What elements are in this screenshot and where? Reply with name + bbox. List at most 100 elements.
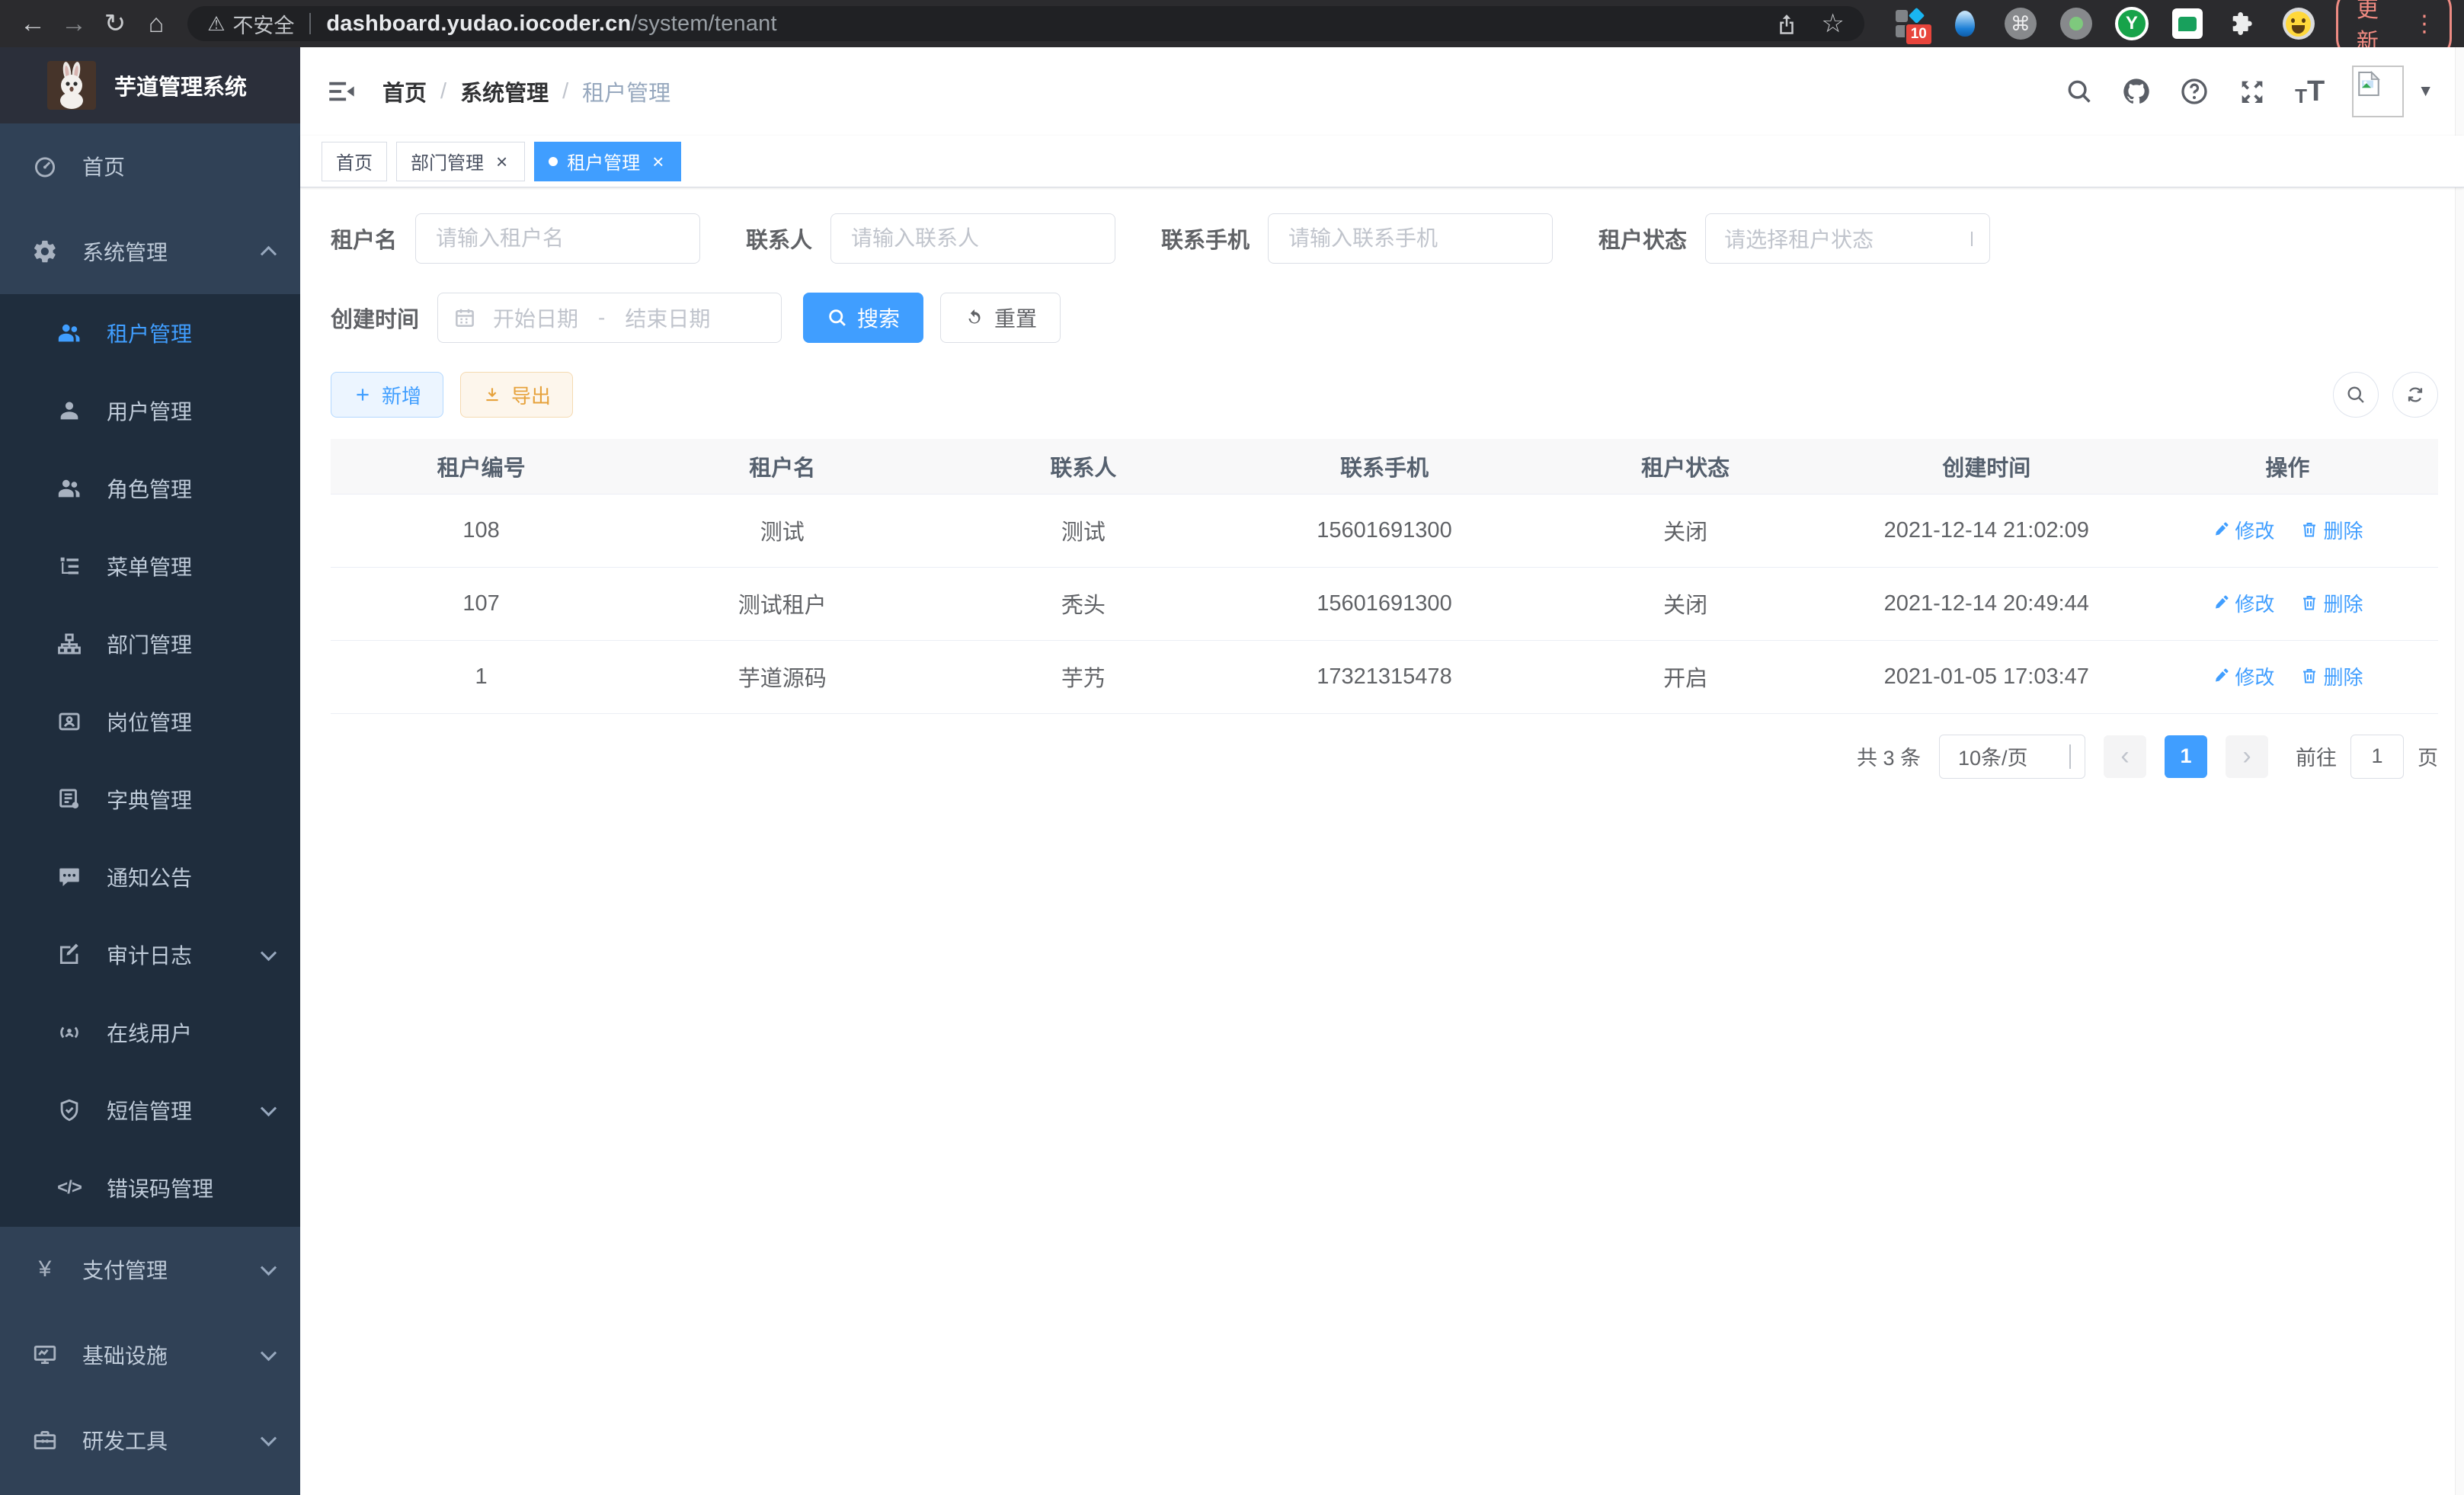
- trash-icon: [2300, 594, 2318, 612]
- sidebar-logo[interactable]: 芋道管理系统: [0, 47, 300, 123]
- breadcrumb-system[interactable]: 系统管理: [460, 75, 549, 107]
- sidebar-item-error-code[interactable]: </> 错误码管理: [0, 1149, 300, 1227]
- edit-link[interactable]: 修改: [2212, 589, 2274, 617]
- page-size-select[interactable]: 10条/页: [1939, 735, 2085, 779]
- star-icon: ☆: [1821, 8, 1844, 39]
- github-link-button[interactable]: [2121, 76, 2152, 107]
- breadcrumb: 首页 / 系统管理 / 租户管理: [382, 75, 670, 107]
- end-date-placeholder: 结束日期: [625, 303, 710, 333]
- tenant-status-select[interactable]: 请选择租户状态: [1705, 213, 1990, 264]
- gear-icon: [30, 237, 59, 266]
- share-button[interactable]: [1775, 12, 1798, 35]
- extensions-menu-button[interactable]: [2226, 6, 2261, 41]
- browser-address-bar[interactable]: ⚠ 不安全 dashboard.yudao.iocoder.cn/system/…: [187, 6, 1864, 41]
- toolbox-icon: [30, 1426, 59, 1455]
- extension-y-button[interactable]: Y: [2114, 6, 2149, 41]
- security-warning-icon: ⚠: [207, 12, 225, 36]
- toggle-search-button[interactable]: [2333, 372, 2379, 418]
- add-button[interactable]: 新增: [331, 372, 443, 418]
- browser-profile-button[interactable]: [2281, 6, 2316, 41]
- edit-link[interactable]: 修改: [2212, 516, 2274, 544]
- sidebar-item-dept[interactable]: 部门管理: [0, 605, 300, 683]
- sidebar-item-tenant[interactable]: 租户管理: [0, 294, 300, 372]
- next-page-button[interactable]: ›: [2226, 735, 2268, 778]
- sidebar-item-online-user[interactable]: 在线用户: [0, 994, 300, 1071]
- sidebar-item-notice[interactable]: 通知公告: [0, 838, 300, 916]
- close-tab-icon[interactable]: ×: [493, 152, 510, 171]
- tenant-name-input[interactable]: [434, 226, 693, 251]
- delete-link-label: 删除: [2323, 589, 2363, 617]
- extension-balloon-button[interactable]: [1947, 6, 1982, 41]
- contact-name-field: [830, 213, 1115, 264]
- edit-square-icon: [55, 940, 84, 969]
- extension-recorder-button[interactable]: [2059, 6, 2094, 41]
- browser-reload-button[interactable]: ↻: [94, 5, 136, 43]
- prev-page-button[interactable]: ‹: [2104, 735, 2146, 778]
- select-placeholder: 请选择租户状态: [1724, 223, 1874, 254]
- font-size-button[interactable]: TT: [2295, 77, 2325, 106]
- pen-icon: [2212, 594, 2230, 612]
- tab-tenant[interactable]: 租户管理 ×: [534, 142, 681, 181]
- col-created: 创建时间: [1836, 439, 2137, 494]
- page-number-1[interactable]: 1: [2165, 735, 2207, 778]
- contact-mobile-input[interactable]: [1287, 226, 1546, 251]
- sidebar-item-dict[interactable]: 字典管理: [0, 760, 300, 838]
- collapse-sidebar-button[interactable]: [323, 73, 360, 110]
- monitor-icon: [30, 1340, 59, 1369]
- cell-tenant-id: 1: [331, 640, 632, 713]
- delete-link[interactable]: 删除: [2300, 516, 2363, 544]
- sidebar-item-infra[interactable]: 基础设施: [0, 1312, 300, 1397]
- extension-chat-button[interactable]: [2170, 6, 2205, 41]
- browser-back-button[interactable]: ←: [12, 5, 53, 43]
- extension-tabs-button[interactable]: 10: [1892, 6, 1927, 41]
- avatar-caret-icon[interactable]: ▼: [2418, 82, 2434, 101]
- goto-label: 前往: [2296, 741, 2337, 771]
- tab-home[interactable]: 首页: [322, 142, 387, 181]
- user-avatar[interactable]: [2352, 66, 2404, 117]
- sidebar-item-label: 角色管理: [107, 473, 192, 504]
- sidebar-item-sms[interactable]: 短信管理: [0, 1071, 300, 1149]
- command-icon: ⌘: [2011, 12, 2030, 36]
- browser-home-button[interactable]: ⌂: [136, 5, 177, 43]
- sidebar-item-home[interactable]: 首页: [0, 123, 300, 209]
- search-icon: [2345, 384, 2366, 405]
- tenant-name-label: 租户名: [331, 222, 397, 255]
- reset-button[interactable]: 重置: [940, 293, 1061, 343]
- cell-created: 2021-12-14 21:02:09: [1836, 494, 2137, 567]
- sidebar-item-dev-tools[interactable]: 研发工具: [0, 1397, 300, 1483]
- delete-link[interactable]: 删除: [2300, 662, 2363, 690]
- contact-name-input[interactable]: [850, 226, 1109, 251]
- breadcrumb-home[interactable]: 首页: [382, 75, 427, 107]
- header-search-button[interactable]: [2065, 77, 2094, 106]
- bookmark-button[interactable]: ☆: [1821, 8, 1844, 39]
- sidebar-item-post[interactable]: 岗位管理: [0, 683, 300, 760]
- edit-link[interactable]: 修改: [2212, 662, 2274, 690]
- refresh-table-button[interactable]: [2392, 372, 2438, 418]
- tenant-table: 租户编号 租户名 联系人 联系手机 租户状态 创建时间 操作 108 测试 测试: [331, 439, 2438, 714]
- page-scrollbar[interactable]: [2455, 47, 2464, 1495]
- tab-dept[interactable]: 部门管理 ×: [396, 142, 525, 181]
- dictionary-icon: [55, 785, 84, 814]
- sidebar-item-user[interactable]: 用户管理: [0, 372, 300, 450]
- sidebar-item-role[interactable]: 角色管理: [0, 450, 300, 527]
- browser-menu-icon[interactable]: ⋮: [2413, 11, 2436, 37]
- help-button[interactable]: [2179, 76, 2210, 107]
- export-button[interactable]: 导出: [460, 372, 573, 418]
- filter-row-2: 创建时间 开始日期 - 结束日期 搜索: [331, 293, 2438, 343]
- extension-shortcuts-button[interactable]: ⌘: [2003, 6, 2038, 41]
- create-time-range-picker[interactable]: 开始日期 - 结束日期: [437, 293, 782, 343]
- browser-forward-button[interactable]: →: [53, 5, 94, 43]
- goto-page-input[interactable]: [2350, 735, 2404, 779]
- back-icon: ←: [20, 9, 46, 39]
- sidebar-item-system[interactable]: 系统管理: [0, 209, 300, 294]
- cell-actions: 修改 删除: [2137, 494, 2438, 567]
- tags-view-bar: 首页 部门管理 × 租户管理 ×: [300, 136, 2464, 187]
- sidebar-item-menu[interactable]: 菜单管理: [0, 527, 300, 605]
- fullscreen-button[interactable]: [2237, 76, 2267, 107]
- search-button[interactable]: 搜索: [803, 293, 923, 343]
- sidebar-item-payment[interactable]: ¥ 支付管理: [0, 1227, 300, 1312]
- delete-link[interactable]: 删除: [2300, 589, 2363, 617]
- pen-icon: [2212, 667, 2230, 685]
- sidebar-item-audit-log[interactable]: 审计日志: [0, 916, 300, 994]
- close-tab-icon[interactable]: ×: [649, 152, 667, 171]
